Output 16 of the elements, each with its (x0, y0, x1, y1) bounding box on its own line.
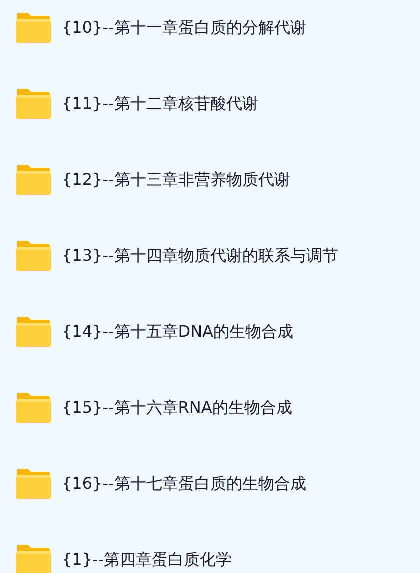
folder-name[interactable]: {12}--第十三章非营养物质代谢 (62, 168, 290, 192)
folder-name[interactable]: {13}--第十四章物质代谢的联系与调节 (62, 244, 338, 268)
folder-icon (15, 317, 51, 347)
folder-icon (15, 469, 51, 499)
folder-name[interactable]: {15}--第十六章RNA的生物合成 (62, 396, 292, 420)
folder-icon (15, 393, 51, 423)
folder-icon (15, 13, 51, 43)
folder-icon (15, 89, 51, 119)
folder-icon (15, 545, 51, 573)
folder-name[interactable]: {11}--第十二章核苷酸代谢 (62, 92, 258, 116)
folder-name[interactable]: {14}--第十五章DNA的生物合成 (62, 320, 294, 344)
folder-icon (15, 165, 51, 195)
folder-name[interactable]: {16}--第十七章蛋白质的生物合成 (62, 472, 306, 496)
folder-icon (15, 241, 51, 271)
folder-name[interactable]: {1}--第四章蛋白质化学 (62, 548, 232, 572)
folder-name[interactable]: {10}--第十一章蛋白质的分解代谢 (62, 16, 306, 40)
